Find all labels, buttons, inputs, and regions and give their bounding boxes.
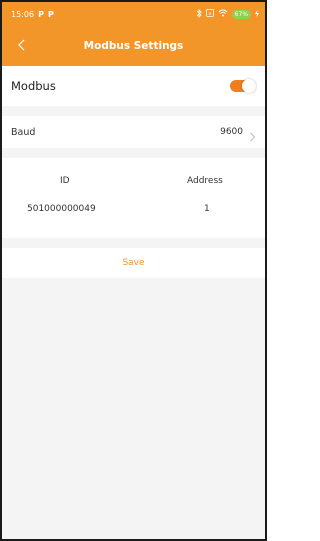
status-bar: 15:06 P P x 67% (2, 2, 265, 26)
status-right: x 67% (196, 8, 259, 20)
save-button[interactable]: Save (2, 248, 265, 278)
table-cell-address: 1 (204, 204, 210, 214)
status-left: 15:06 P P (11, 10, 54, 19)
app-frame: 15:06 P P x 67% Modbus Settings Modbus B… (0, 0, 267, 541)
baud-label: Baud (11, 126, 36, 138)
modbus-label: Modbus (11, 79, 56, 93)
page-title: Modbus Settings (83, 40, 184, 52)
status-indicator-p: P (38, 9, 44, 19)
chevron-right-icon (249, 127, 256, 142)
battery-indicator: 67% (231, 9, 251, 19)
header: 15:06 P P x 67% Modbus Settings (2, 2, 265, 66)
toggle-knob (242, 79, 256, 93)
device-table: ID Address 501000000049 1 (2, 158, 265, 238)
nav-bar: Modbus Settings (2, 26, 265, 66)
modbus-toggle[interactable] (230, 79, 256, 93)
column-header-id: ID (60, 176, 70, 186)
baud-value: 9600 (220, 127, 243, 137)
back-icon[interactable] (14, 37, 30, 53)
baud-row[interactable]: Baud 9600 (2, 116, 265, 148)
bluetooth-icon (196, 8, 202, 20)
baud-value-group: 9600 (220, 127, 256, 142)
status-time: 15:06 (11, 9, 35, 19)
modbus-row: Modbus (2, 66, 265, 106)
column-header-address: Address (187, 176, 223, 186)
save-label: Save (122, 258, 145, 268)
table-cell-id: 501000000049 (27, 204, 96, 214)
sim-icon: x (205, 9, 214, 19)
charging-icon (255, 9, 259, 19)
wifi-icon (218, 9, 228, 19)
status-indicator-p: P (47, 9, 54, 19)
svg-text:x: x (208, 11, 211, 17)
